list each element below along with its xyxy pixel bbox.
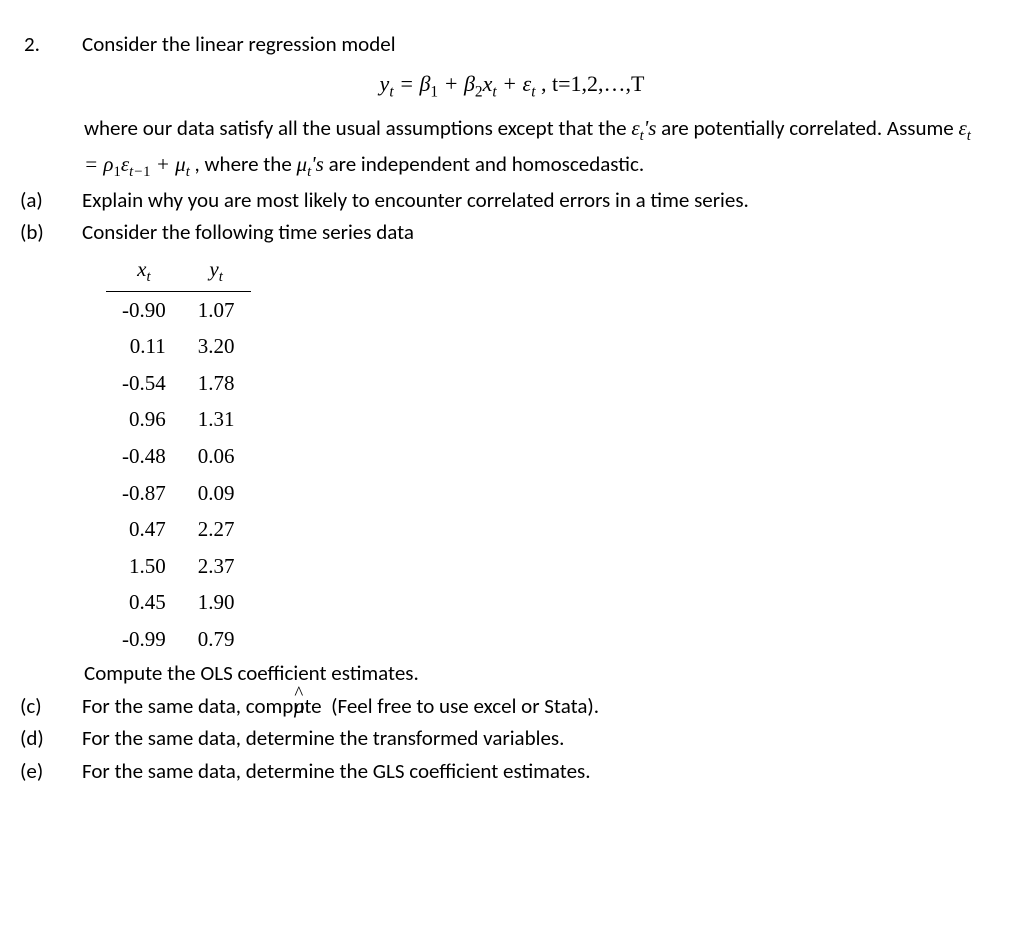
part-e-label: (e): [52, 755, 82, 788]
table-row: 0.961.31: [106, 401, 251, 438]
data-table: xt yt -0.901.070.113.20-0.541.780.961.31…: [106, 251, 251, 657]
table-cell-y: 2.27: [182, 511, 251, 548]
part-b-label: (b): [52, 216, 82, 249]
table-cell-x: -0.54: [106, 365, 182, 402]
table-row: -0.901.07: [106, 291, 251, 328]
table-cell-x: 1.50: [106, 548, 182, 585]
main-equation: yt = β1 + β2xt + εt , t=1,2,…,T: [40, 67, 984, 104]
part-b-text: Consider the following time series data: [82, 219, 414, 245]
table-row: 0.472.27: [106, 511, 251, 548]
table-cell-y: 1.31: [182, 401, 251, 438]
part-a: (a)Explain why you are most likely to en…: [40, 184, 984, 217]
table-row: -0.870.09: [106, 475, 251, 512]
table-cell-y: 2.37: [182, 548, 251, 585]
table-cell-x: 0.45: [106, 584, 182, 621]
table-cell-x: -0.99: [106, 621, 182, 658]
part-b-after: Compute the OLS coefficient estimates.: [40, 657, 984, 690]
table-cell-y: 0.06: [182, 438, 251, 475]
question-intro-text: Consider the linear regression model: [82, 31, 396, 57]
table-cell-x: -0.87: [106, 475, 182, 512]
part-a-text: Explain why you are most likely to encou…: [82, 187, 749, 213]
table-cell-x: 0.11: [106, 328, 182, 365]
table-cell-y: 1.78: [182, 365, 251, 402]
table-row: 1.502.37: [106, 548, 251, 585]
part-a-label: (a): [52, 184, 82, 217]
table-cell-x: -0.90: [106, 291, 182, 328]
table-row: 0.451.90: [106, 584, 251, 621]
table-cell-y: 1.07: [182, 291, 251, 328]
table-cell-x: 0.96: [106, 401, 182, 438]
part-e: (e)For the same data, determine the GLS …: [40, 755, 984, 788]
table-header-x: xt: [106, 251, 182, 291]
part-c: (c)For the same data, compute ρ (Feel fr…: [40, 690, 984, 723]
table-row: 0.113.20: [106, 328, 251, 365]
table-cell-y: 0.79: [182, 621, 251, 658]
part-c-label: (c): [52, 690, 82, 723]
table-header-y: yt: [182, 251, 251, 291]
question-number: 2.: [54, 28, 82, 61]
question-intro: 2.Consider the linear regression model: [40, 28, 984, 61]
part-d: (d)For the same data, determine the tran…: [40, 722, 984, 755]
table-cell-y: 3.20: [182, 328, 251, 365]
part-b: (b)Consider the following time series da…: [40, 216, 984, 249]
table-row: -0.480.06: [106, 438, 251, 475]
part-e-text: For the same data, determine the GLS coe…: [82, 758, 591, 784]
question-body: where our data satisfy all the usual ass…: [40, 112, 984, 184]
table-row: -0.990.79: [106, 621, 251, 658]
table-cell-x: -0.48: [106, 438, 182, 475]
table-row: -0.541.78: [106, 365, 251, 402]
table-cell-y: 0.09: [182, 475, 251, 512]
table-cell-x: 0.47: [106, 511, 182, 548]
part-d-text: For the same data, determine the transfo…: [82, 725, 564, 751]
part-d-label: (d): [52, 722, 82, 755]
table-cell-y: 1.90: [182, 584, 251, 621]
